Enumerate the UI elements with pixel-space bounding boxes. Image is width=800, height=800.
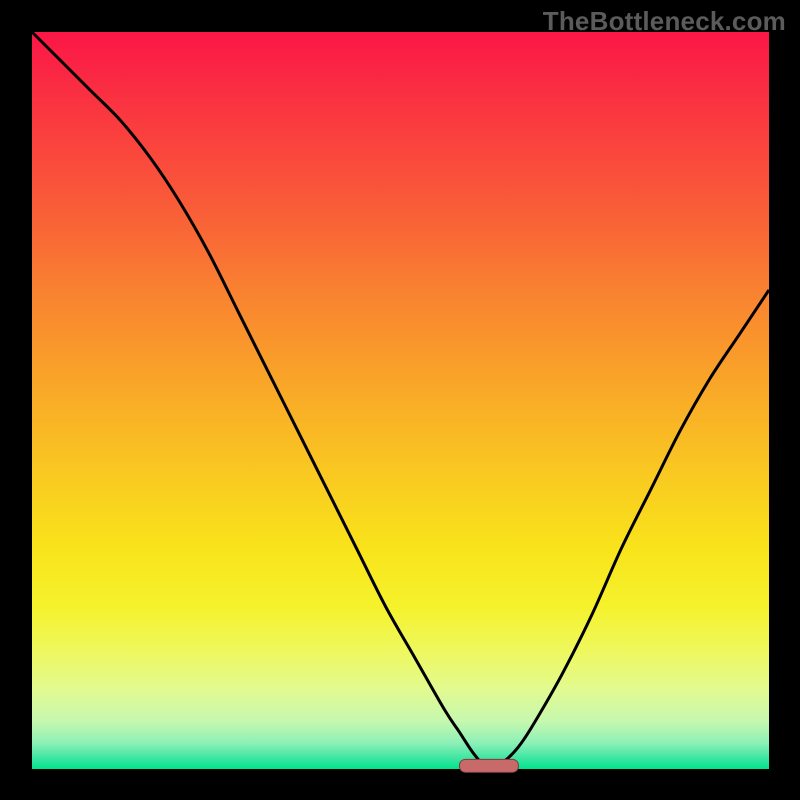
optimum-marker xyxy=(459,759,518,772)
watermark-text: TheBottleneck.com xyxy=(543,6,786,37)
plot-background xyxy=(32,32,769,769)
chart-frame: TheBottleneck.com xyxy=(0,0,800,800)
bottleneck-chart xyxy=(0,0,800,800)
